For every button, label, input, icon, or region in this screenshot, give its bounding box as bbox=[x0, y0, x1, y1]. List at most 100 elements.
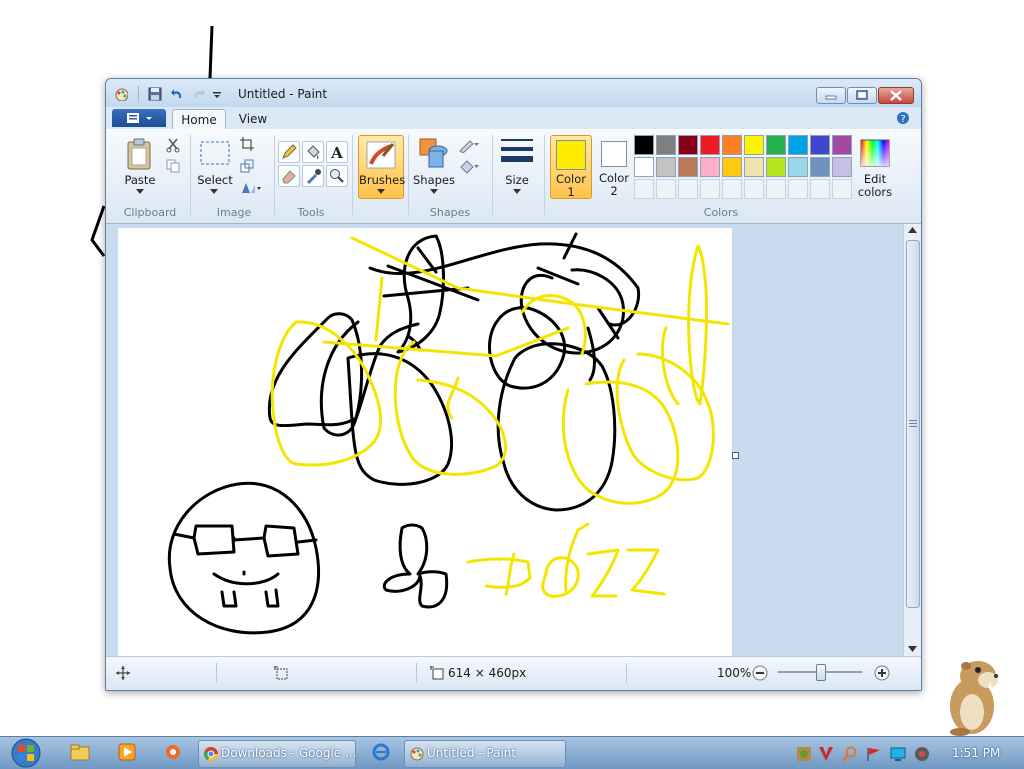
palette-swatch[interactable] bbox=[700, 135, 720, 155]
text-tool[interactable]: A bbox=[326, 141, 348, 163]
shapes-icon[interactable] bbox=[418, 137, 450, 169]
edit-colors-button[interactable]: Edit colors bbox=[854, 135, 896, 199]
zoom-in-icon[interactable] bbox=[874, 665, 890, 681]
scroll-thumb[interactable] bbox=[906, 240, 920, 608]
palette-swatch[interactable] bbox=[700, 157, 720, 177]
scroll-up-icon[interactable] bbox=[908, 227, 917, 233]
custom-color-slot[interactable] bbox=[656, 179, 676, 199]
select-icon[interactable] bbox=[200, 141, 230, 165]
rotate-icon[interactable] bbox=[240, 181, 262, 195]
palette-swatch[interactable] bbox=[744, 135, 764, 155]
shapes-button-label[interactable]: Shapes bbox=[412, 173, 456, 187]
tray-volume-icon[interactable] bbox=[914, 746, 930, 762]
magnifier-tool[interactable] bbox=[326, 165, 348, 187]
maximize-icon bbox=[856, 90, 868, 100]
paint-app-icon[interactable] bbox=[114, 87, 128, 101]
fill-icon[interactable] bbox=[458, 159, 480, 175]
custom-color-slot[interactable] bbox=[810, 179, 830, 199]
select-button-label[interactable]: Select bbox=[194, 173, 236, 187]
size-dropdown-icon[interactable] bbox=[513, 189, 521, 195]
drawing-canvas[interactable] bbox=[118, 228, 732, 656]
tray-app-icon[interactable] bbox=[796, 746, 812, 762]
custom-color-slot[interactable] bbox=[634, 179, 654, 199]
zoom-slider-thumb[interactable] bbox=[816, 664, 826, 681]
canvas-resize-handle[interactable] bbox=[732, 452, 739, 459]
tab-home[interactable]: Home bbox=[172, 109, 226, 130]
pinned-app-taskbar-icon[interactable] bbox=[164, 743, 182, 761]
vertical-scrollbar[interactable] bbox=[903, 224, 921, 656]
custom-color-slot[interactable] bbox=[766, 179, 786, 199]
palette-swatch[interactable] bbox=[722, 135, 742, 155]
palette-swatch[interactable] bbox=[634, 135, 654, 155]
palette-swatch[interactable] bbox=[678, 135, 698, 155]
redo-icon[interactable] bbox=[192, 87, 206, 101]
help-icon[interactable]: ? bbox=[896, 111, 910, 125]
tray-antivirus-icon[interactable] bbox=[818, 746, 834, 762]
palette-swatch[interactable] bbox=[788, 135, 808, 155]
ie-taskbar-icon[interactable] bbox=[372, 743, 390, 761]
fill-tool[interactable] bbox=[302, 141, 324, 163]
start-button[interactable] bbox=[6, 737, 46, 769]
pencil-tool[interactable] bbox=[278, 141, 300, 163]
size-button-label[interactable]: Size bbox=[496, 173, 538, 187]
status-separator bbox=[216, 663, 217, 683]
color2-button[interactable]: Color 2 bbox=[594, 135, 634, 198]
save-icon[interactable] bbox=[148, 87, 162, 101]
close-button[interactable] bbox=[878, 87, 914, 104]
palette-swatch[interactable] bbox=[656, 157, 676, 177]
palette-swatch[interactable] bbox=[766, 135, 786, 155]
tab-view[interactable]: View bbox=[230, 109, 276, 129]
tray-search-icon[interactable] bbox=[842, 746, 858, 762]
resize-icon[interactable] bbox=[240, 159, 254, 173]
custom-color-slot[interactable] bbox=[678, 179, 698, 199]
outline-icon[interactable] bbox=[458, 137, 480, 153]
group-separator bbox=[274, 135, 275, 215]
cut-icon[interactable] bbox=[166, 137, 180, 153]
custom-color-slot[interactable] bbox=[788, 179, 808, 199]
paste-icon[interactable] bbox=[126, 137, 154, 171]
custom-color-slot[interactable] bbox=[700, 179, 720, 199]
palette-swatch[interactable] bbox=[678, 157, 698, 177]
taskbar-paint-button[interactable]: Untitled - Paint bbox=[404, 740, 566, 768]
undo-icon[interactable] bbox=[170, 87, 184, 101]
copy-icon[interactable] bbox=[166, 159, 180, 173]
color1-button[interactable]: Color 1 bbox=[550, 135, 592, 199]
palette-swatch[interactable] bbox=[744, 157, 764, 177]
crop-icon[interactable] bbox=[240, 137, 254, 151]
taskbar-chrome-button[interactable]: Downloads - Google ... bbox=[198, 740, 356, 768]
paste-button-label[interactable]: Paste bbox=[120, 173, 160, 187]
text-icon: A bbox=[330, 144, 343, 160]
shapes-dropdown-icon[interactable] bbox=[430, 189, 438, 195]
palette-swatch[interactable] bbox=[634, 157, 654, 177]
customize-qat-icon[interactable] bbox=[212, 87, 226, 101]
status-bar: 614 × 460px 100% bbox=[106, 656, 921, 690]
custom-color-slot[interactable] bbox=[832, 179, 852, 199]
explorer-taskbar-icon[interactable] bbox=[70, 743, 90, 761]
brushes-button[interactable]: Brushes bbox=[358, 135, 405, 199]
taskbar-clock[interactable]: 1:51 PM bbox=[952, 746, 1000, 760]
tray-flag-icon[interactable] bbox=[866, 746, 882, 762]
palette-swatch[interactable] bbox=[766, 157, 786, 177]
custom-color-slot[interactable] bbox=[744, 179, 764, 199]
media-player-taskbar-icon[interactable] bbox=[118, 743, 136, 761]
select-dropdown-icon[interactable] bbox=[210, 189, 218, 195]
maximize-button[interactable] bbox=[847, 87, 877, 104]
zoom-out-icon[interactable] bbox=[752, 665, 768, 681]
paste-dropdown-icon[interactable] bbox=[136, 189, 144, 195]
scroll-down-icon[interactable] bbox=[908, 646, 917, 652]
color-picker-tool[interactable] bbox=[302, 165, 324, 187]
palette-swatch[interactable] bbox=[722, 157, 742, 177]
palette-swatch[interactable] bbox=[788, 157, 808, 177]
palette-swatch[interactable] bbox=[832, 157, 852, 177]
tray-display-icon[interactable] bbox=[890, 746, 906, 762]
custom-color-slot[interactable] bbox=[722, 179, 742, 199]
cursor-position-icon bbox=[116, 666, 130, 680]
eraser-tool[interactable] bbox=[278, 165, 300, 187]
size-icon[interactable] bbox=[501, 137, 533, 167]
palette-swatch[interactable] bbox=[656, 135, 676, 155]
minimize-button[interactable] bbox=[816, 87, 846, 104]
palette-swatch[interactable] bbox=[810, 157, 830, 177]
palette-swatch[interactable] bbox=[832, 135, 852, 155]
palette-swatch[interactable] bbox=[810, 135, 830, 155]
paint-menu-button[interactable] bbox=[112, 109, 166, 127]
